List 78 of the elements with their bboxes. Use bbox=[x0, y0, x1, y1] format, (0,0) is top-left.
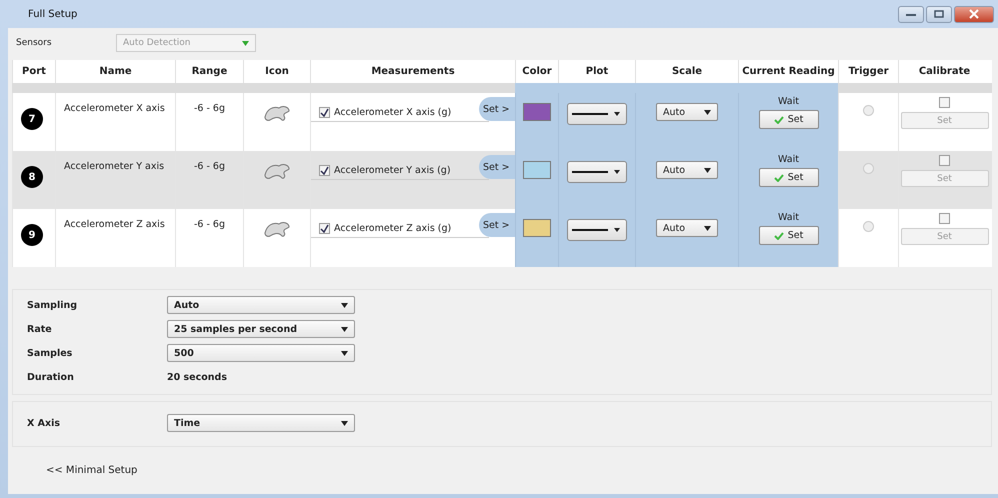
maximize-icon bbox=[934, 10, 944, 18]
sensor-name: Accelerometer Z axis bbox=[64, 219, 165, 230]
trigger-radio[interactable] bbox=[863, 163, 874, 174]
setting-label: X Axis bbox=[27, 418, 62, 428]
port-badge: 9 bbox=[21, 224, 43, 246]
sensor-icon bbox=[263, 103, 291, 123]
measurement-checkbox[interactable] bbox=[319, 164, 330, 176]
color-swatch[interactable] bbox=[523, 103, 551, 121]
setting-label: Samples bbox=[27, 348, 74, 358]
line-style-dropdown[interactable] bbox=[567, 161, 627, 183]
sensor-name: Accelerometer Y axis bbox=[64, 161, 164, 172]
line-style-dropdown[interactable] bbox=[567, 219, 627, 241]
close-button[interactable] bbox=[954, 6, 994, 22]
maximize-button[interactable] bbox=[926, 6, 952, 22]
sensors-label: Sensors bbox=[16, 38, 53, 48]
calibrate-checkbox[interactable] bbox=[939, 213, 950, 224]
caret-icon bbox=[242, 40, 249, 46]
sensor-icon bbox=[263, 219, 291, 239]
range-text: -6 - 6g bbox=[194, 103, 225, 114]
setting-dropdown[interactable]: Time bbox=[167, 414, 355, 432]
minimal-setup-link[interactable]: << Minimal Setup bbox=[46, 465, 998, 476]
table-row[interactable]: 7 Accelerometer X axis -6 - 6g Accelerometer X axis (g) Set > Auto Wait Set Set bbox=[12, 93, 992, 151]
check-icon bbox=[774, 174, 784, 182]
trigger-radio[interactable] bbox=[863, 221, 874, 232]
setting-label: Duration bbox=[27, 372, 75, 382]
line-style-icon bbox=[572, 110, 622, 118]
close-icon bbox=[969, 9, 979, 19]
caret-icon bbox=[341, 420, 348, 426]
line-style-icon bbox=[572, 226, 622, 234]
set-button[interactable]: Set bbox=[758, 110, 818, 129]
measurement-label: Accelerometer Y axis (g) bbox=[334, 164, 451, 176]
color-swatch[interactable] bbox=[523, 161, 551, 179]
trigger-radio[interactable] bbox=[863, 105, 874, 116]
range-text: -6 - 6g bbox=[194, 161, 225, 172]
set-button[interactable]: Set bbox=[758, 226, 818, 245]
check-icon bbox=[774, 232, 784, 240]
line-style-dropdown[interactable] bbox=[567, 103, 627, 125]
reading-text: Wait bbox=[778, 212, 799, 223]
caret-icon bbox=[704, 110, 711, 114]
caret-icon bbox=[704, 168, 711, 172]
calibrate-checkbox[interactable] bbox=[939, 155, 950, 166]
window-title: Full Setup bbox=[28, 8, 78, 20]
set-button[interactable]: Set bbox=[758, 168, 818, 187]
color-swatch[interactable] bbox=[523, 219, 551, 237]
measurement-checkbox[interactable] bbox=[319, 222, 330, 234]
calibrate-checkbox[interactable] bbox=[939, 97, 950, 108]
scale-dropdown[interactable]: Auto bbox=[656, 219, 718, 237]
check-icon bbox=[774, 116, 784, 124]
minimize-icon bbox=[905, 11, 917, 17]
reading-text: Wait bbox=[778, 154, 799, 165]
measurement-label: Accelerometer Z axis (g) bbox=[334, 222, 452, 234]
setting-value: 20 seconds bbox=[167, 372, 228, 382]
sensor-name: Accelerometer X axis bbox=[64, 103, 165, 114]
measurement-label: Accelerometer X axis (g) bbox=[334, 106, 452, 118]
caret-icon bbox=[341, 350, 348, 356]
set-button[interactable]: Set > bbox=[479, 155, 515, 179]
range-text: -6 - 6g bbox=[194, 219, 225, 230]
caret-icon bbox=[341, 326, 348, 332]
sensor-icon bbox=[263, 161, 291, 181]
table-row[interactable]: 8 Accelerometer Y axis -6 - 6g Accelerometer Y axis (g) Set > Auto Wait Set Set bbox=[12, 151, 992, 209]
minimize-button[interactable] bbox=[898, 6, 924, 22]
setting-dropdown[interactable]: 25 samples per second bbox=[167, 320, 355, 338]
set-button[interactable]: Set > bbox=[479, 213, 515, 237]
scale-dropdown[interactable]: Auto bbox=[656, 161, 718, 179]
caret-icon bbox=[341, 302, 348, 308]
port-badge: 7 bbox=[21, 108, 43, 130]
line-style-icon bbox=[572, 168, 622, 176]
table-row[interactable]: 9 Accelerometer Z axis -6 - 6g Accelerometer Z axis (g) Set > Auto Wait Set Set bbox=[12, 209, 992, 267]
measurement-checkbox[interactable] bbox=[319, 106, 330, 118]
caret-icon bbox=[704, 226, 711, 230]
setting-label: Rate bbox=[27, 324, 53, 334]
port-badge: 8 bbox=[21, 166, 43, 188]
setting-dropdown[interactable]: 500 bbox=[167, 344, 355, 362]
set-button[interactable]: Set > bbox=[479, 97, 515, 121]
setting-dropdown[interactable]: Auto bbox=[167, 296, 355, 314]
setting-label: Sampling bbox=[27, 300, 78, 310]
reading-text: Wait bbox=[778, 96, 799, 107]
scale-dropdown[interactable]: Auto bbox=[656, 103, 718, 121]
